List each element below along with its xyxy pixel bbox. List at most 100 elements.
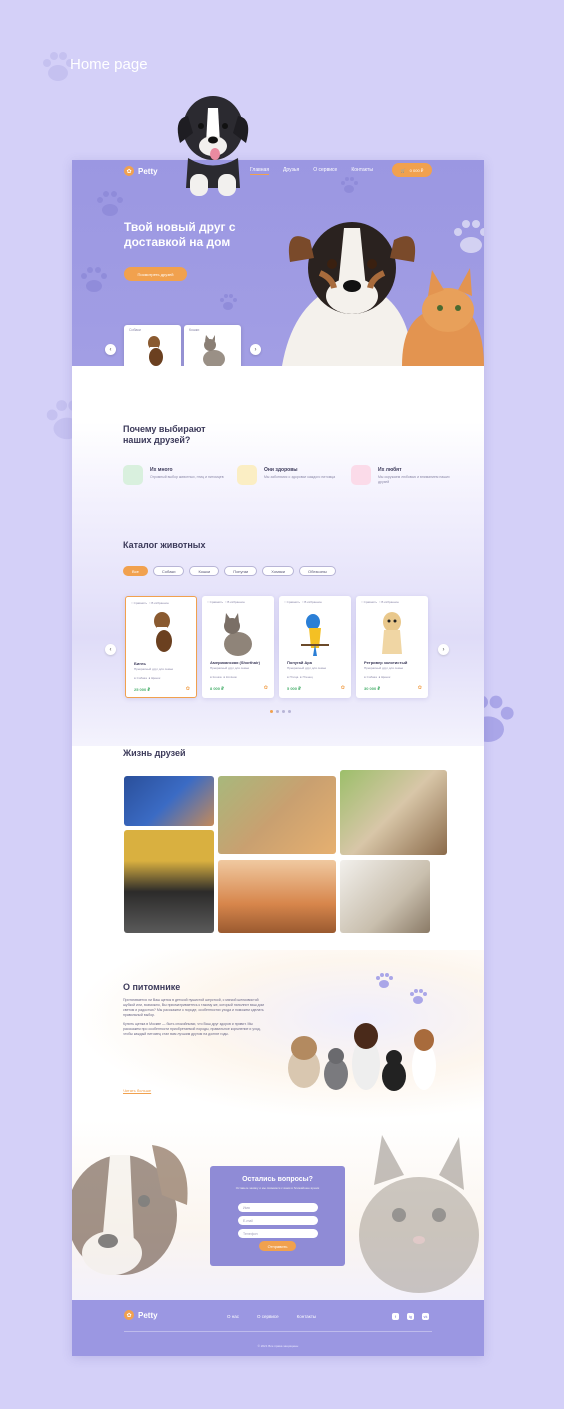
instagram-icon[interactable]: ig — [407, 1313, 414, 1320]
feature-title: Они здоровы — [264, 467, 298, 473]
nav-item-friends[interactable]: Друзья — [283, 167, 299, 175]
category-label: Собаки — [129, 328, 141, 332]
page-dot[interactable] — [282, 710, 285, 713]
hero-next-button[interactable]: › — [250, 344, 261, 355]
pet-card[interactable]: ○ Сравнить ○ В избранное Американская (S… — [202, 596, 274, 698]
pet-tags: ● Собака ● Щенок — [364, 675, 391, 679]
feature-desc: Мы окружаем любовью и вниманием наших др… — [378, 475, 450, 484]
pet-price: 5 000 ₽ — [287, 686, 301, 691]
brand-name: Petty — [138, 166, 158, 176]
filter-monkeys[interactable]: Обезьяны — [299, 566, 336, 576]
filter-cats[interactable]: Кошки — [189, 566, 220, 576]
dog-icon — [123, 465, 143, 485]
filter-all[interactable]: Все — [123, 566, 148, 576]
pet-tags: ● Собака ● Щенок — [134, 676, 161, 680]
cat-faded-image — [359, 1135, 479, 1293]
heart-icon — [351, 465, 371, 485]
dog-peeking-image — [168, 88, 258, 198]
cat-image — [203, 335, 225, 368]
catalog-next-button[interactable]: › — [438, 644, 449, 655]
feature-title: Их много — [150, 467, 173, 473]
name-field[interactable]: Имя — [238, 1203, 318, 1212]
card-actions: ○ Сравнить ○ В избранное — [284, 600, 322, 604]
page-dot[interactable] — [288, 710, 291, 713]
page-dot[interactable] — [270, 710, 273, 713]
pet-card[interactable]: ○ Сравнить ○ В избранное Попугай Ара Пре… — [279, 596, 351, 698]
sunset-dogs-photo — [218, 860, 336, 933]
main-nav: Главная Друзья О сервисе Контакты — [250, 167, 373, 175]
catalog-filters: Все Собаки Кошки Попугаи Хомяки Обезьяны — [123, 566, 336, 576]
page-dot[interactable] — [276, 710, 279, 713]
cart-icon: 🛒 — [400, 167, 406, 173]
footer: ✿ Petty О нас О сервисе Контакты f ig vk… — [72, 1300, 484, 1356]
dogs-group-photo — [218, 776, 336, 854]
pet-desc: Прекрасный друг для семьи — [134, 667, 174, 671]
facebook-icon[interactable]: f — [392, 1313, 399, 1320]
pet-name: Бигль — [134, 661, 146, 666]
add-to-cart-icon[interactable]: ✿ — [418, 685, 422, 691]
footer-link-about[interactable]: О нас — [227, 1314, 239, 1319]
brand-name: Petty — [138, 1310, 158, 1320]
why-title: Почему выбирают наших друзей? — [123, 424, 206, 445]
add-to-cart-icon[interactable]: ✿ — [186, 686, 190, 692]
kitten-photo — [340, 860, 430, 933]
footer-link-contacts[interactable]: Контакты — [297, 1314, 316, 1319]
nav-item-service[interactable]: О сервисе — [313, 167, 337, 175]
beagle-image — [148, 336, 163, 367]
hero-section: ✿ Petty Главная Друзья О сервисе Контакт… — [72, 160, 484, 373]
read-more-link[interactable]: Читать больше — [123, 1088, 151, 1093]
email-field[interactable]: E-mail — [238, 1216, 318, 1225]
feature-loved: Их любят Мы окружаем любовью и вниманием… — [351, 465, 461, 495]
header-logo[interactable]: ✿ Petty — [124, 166, 158, 176]
about-paragraph: Притягивается ли Ваш щенок в детской пуш… — [123, 998, 264, 1017]
pet-price: 8 000 ₽ — [210, 686, 224, 691]
catalog-title: Каталог животных — [123, 540, 206, 550]
vk-icon[interactable]: vk — [422, 1313, 429, 1320]
nav-item-contacts[interactable]: Контакты — [351, 167, 373, 175]
feature-desc: Огромный выбор животных, птиц и питомцев — [150, 475, 224, 479]
life-title: Жизнь друзей — [123, 748, 186, 758]
pet-price: 25 000 ₽ — [134, 687, 151, 692]
cart-button[interactable]: 🛒 0 000 ₽ — [392, 163, 432, 177]
pet-name: Попугай Ара — [287, 660, 312, 665]
footer-logo[interactable]: ✿ Petty — [124, 1310, 158, 1320]
footer-nav: О нас О сервисе Контакты — [227, 1314, 316, 1319]
contact-form: Остались вопросы? Оставьте заявку и мы с… — [210, 1166, 345, 1266]
catalog-pagination — [270, 710, 291, 713]
feature-title: Их любят — [378, 467, 402, 473]
retriever-image — [382, 612, 402, 654]
cart-total: 0 000 ₽ — [409, 167, 424, 173]
filter-hamsters[interactable]: Хомяки — [262, 566, 295, 576]
pets-group-image — [288, 1023, 436, 1091]
filter-dogs[interactable]: Собаки — [152, 566, 185, 576]
paw-logo-icon: ✿ — [124, 166, 134, 176]
submit-button[interactable]: Отправить — [259, 1241, 296, 1251]
feature-many: Их много Огромный выбор животных, птиц и… — [123, 465, 233, 495]
presentation-title: Home page — [70, 56, 148, 73]
about-title: О питомнике — [123, 982, 181, 992]
medical-icon — [237, 465, 257, 485]
hero-dog-cat-image — [282, 222, 484, 366]
pet-card[interactable]: ○ Сравнить ○ В избранное Ретривер золоти… — [356, 596, 428, 698]
pet-card[interactable]: ○ Сравнить ○ В избранное Бигль Прекрасны… — [125, 596, 197, 698]
footer-link-service[interactable]: О сервисе — [257, 1314, 279, 1319]
feature-healthy: Они здоровы Мы заботимся о здоровье кажд… — [237, 465, 347, 495]
catalog-prev-button[interactable]: ‹ — [105, 644, 116, 655]
contact-title: Остались вопросы? — [242, 1176, 313, 1183]
about-paragraphs: Притягивается ли Ваш щенок в детской пуш… — [123, 998, 271, 1037]
copyright: © 2021 Все права защищены — [257, 1344, 299, 1348]
social-links: f ig vk — [392, 1313, 429, 1320]
contact-subtitle: Оставьте заявку и мы свяжемся с вами в б… — [235, 1186, 320, 1190]
pet-price: 30 000 ₽ — [364, 686, 381, 691]
add-to-cart-icon[interactable]: ✿ — [341, 685, 345, 691]
hero-prev-button[interactable]: ‹ — [105, 344, 116, 355]
add-to-cart-icon[interactable]: ✿ — [264, 685, 268, 691]
category-label: Кошки — [189, 328, 200, 332]
view-friends-button[interactable]: Посмотреть друзей — [124, 267, 187, 281]
filter-parrots[interactable]: Попугаи — [224, 566, 258, 576]
paw-logo-icon: ✿ — [124, 1310, 134, 1320]
phone-field[interactable]: Телефон — [238, 1229, 318, 1238]
card-actions: ○ Сравнить ○ В избранное — [207, 600, 245, 604]
pet-name: Ретривер золотистый — [364, 660, 408, 665]
footer-divider — [124, 1331, 432, 1332]
